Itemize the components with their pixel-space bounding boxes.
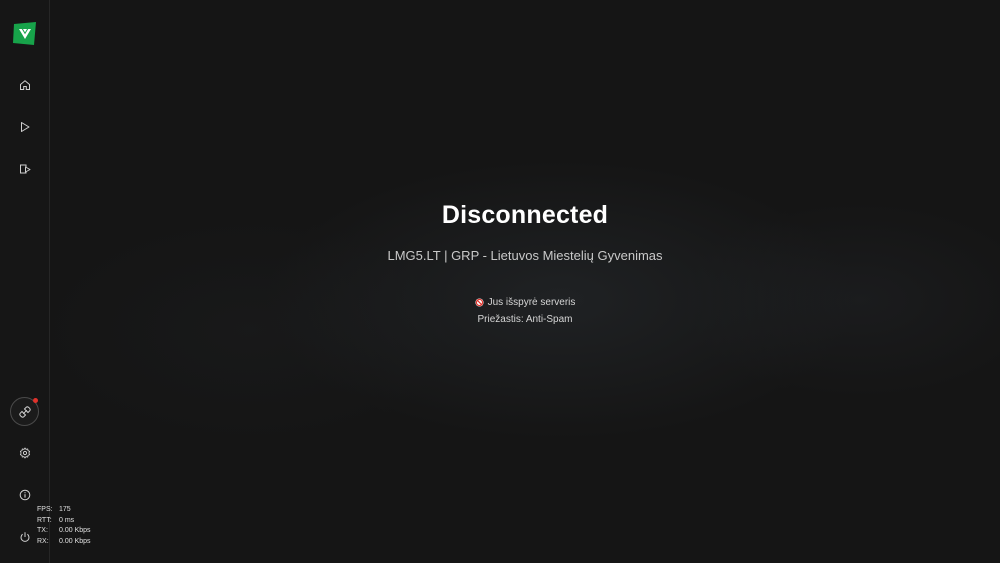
nav-play-button[interactable]	[14, 116, 36, 138]
kick-message-row: Jus išspyrė serveris	[50, 297, 1000, 308]
play-icon	[21, 122, 30, 132]
power-button[interactable]	[14, 526, 36, 548]
stat-value: 0 ms	[59, 516, 75, 524]
nav-replay-button[interactable]	[14, 158, 36, 180]
kick-reason: Priežastis: Anti-Spam	[477, 314, 573, 325]
sidebar	[0, 0, 50, 563]
ban-icon	[475, 298, 484, 307]
page-title: Disconnected	[441, 201, 609, 229]
stat-label: TX:	[37, 527, 48, 534]
settings-button[interactable]	[14, 442, 36, 464]
stat-label: RTT:	[37, 516, 52, 524]
notification-dot	[33, 398, 38, 403]
plugin-icon	[18, 405, 31, 418]
kick-message: Jus išspyrė serveris	[487, 297, 576, 308]
stat-tx: TX: 0.00 Kbps	[37, 526, 91, 537]
info-icon	[19, 489, 31, 501]
nav-home-button[interactable]	[14, 74, 36, 96]
app-window: Disconnected LMG5.LT | GRP - Lietuvos Mi…	[0, 0, 1000, 563]
cfx-logo-icon[interactable]	[13, 22, 37, 46]
gear-icon	[19, 447, 31, 459]
stat-rtt: RTT: 0 ms	[37, 516, 91, 527]
stat-value: 175	[59, 506, 71, 513]
replay-icon	[20, 164, 31, 174]
server-name: LMG5.LT | GRP - Lietuvos Miestelių Gyven…	[387, 248, 663, 263]
home-icon	[20, 80, 30, 90]
stat-fps: FPS: 175	[37, 505, 91, 516]
info-button[interactable]	[14, 484, 36, 506]
stat-label: RX:	[37, 537, 49, 545]
network-stats: FPS: 175 RTT: 0 ms TX: 0.00 Kbps RX: 0.0…	[37, 505, 91, 547]
stat-value: 0.00 Kbps	[59, 527, 91, 534]
power-icon	[20, 532, 30, 542]
stat-label: FPS:	[37, 506, 53, 513]
stat-value: 0.00 Kbps	[59, 537, 91, 545]
stat-rx: RX: 0.00 Kbps	[37, 537, 91, 548]
